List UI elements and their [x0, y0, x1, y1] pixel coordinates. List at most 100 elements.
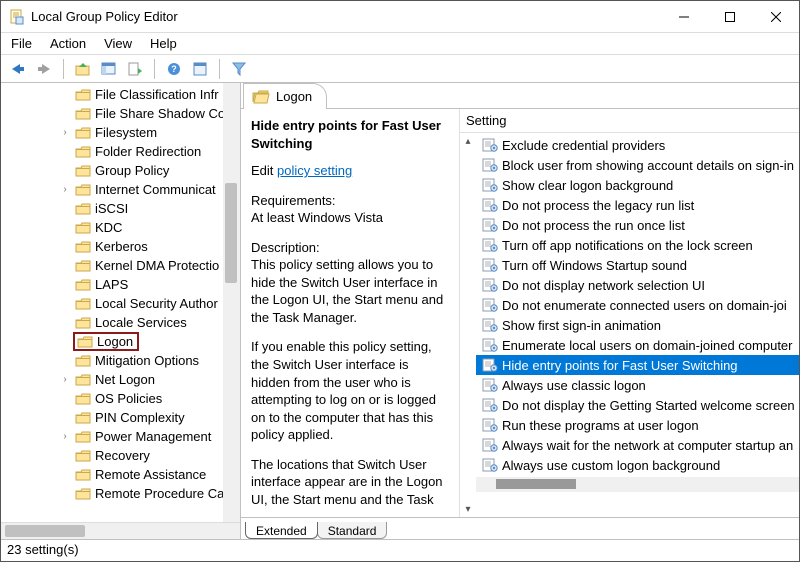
- menu-file[interactable]: File: [11, 36, 32, 51]
- folder-icon: [75, 183, 91, 197]
- help-button[interactable]: ?: [163, 58, 185, 80]
- tree-item[interactable]: OS Policies: [1, 389, 240, 408]
- maximize-button[interactable]: [707, 1, 753, 33]
- setting-row[interactable]: Do not display network selection UI: [476, 275, 799, 295]
- tree-item[interactable]: File Classification Infr: [1, 85, 240, 104]
- scroll-down-icon[interactable]: ▾: [460, 501, 476, 517]
- tree-item[interactable]: iSCSI: [1, 199, 240, 218]
- scroll-up-icon[interactable]: ▴: [460, 133, 476, 149]
- menu-action[interactable]: Action: [50, 36, 86, 51]
- tree-item[interactable]: Recovery: [1, 446, 240, 465]
- setting-label: Do not display network selection UI: [502, 278, 705, 293]
- folder-icon: [75, 392, 91, 406]
- tree-item[interactable]: Folder Redirection: [1, 142, 240, 161]
- setting-label: Do not process the run once list: [502, 218, 685, 233]
- tree-item[interactable]: PIN Complexity: [1, 408, 240, 427]
- tree-vscroll[interactable]: [223, 83, 240, 522]
- setting-label: Always use classic logon: [502, 378, 646, 393]
- setting-row[interactable]: Turn off app notifications on the lock s…: [476, 235, 799, 255]
- tree-item[interactable]: KDC: [1, 218, 240, 237]
- tree-item[interactable]: ›Internet Communicat: [1, 180, 240, 199]
- tree-item[interactable]: Mitigation Options: [1, 351, 240, 370]
- menu-help[interactable]: Help: [150, 36, 177, 51]
- setting-row[interactable]: Always use classic logon: [476, 375, 799, 395]
- folder-icon: [75, 430, 91, 444]
- tree-item[interactable]: LAPS: [1, 275, 240, 294]
- tree-pane: File Classification InfrFile Share Shado…: [1, 83, 241, 539]
- setting-row[interactable]: Always wait for the network at computer …: [476, 435, 799, 455]
- setting-row[interactable]: Turn off Windows Startup sound: [476, 255, 799, 275]
- tree-item[interactable]: Logon: [1, 332, 240, 351]
- setting-label: Always use custom logon background: [502, 458, 720, 473]
- filter-button[interactable]: [228, 58, 250, 80]
- edit-label: Edit: [251, 163, 273, 178]
- back-button[interactable]: [7, 58, 29, 80]
- forward-button[interactable]: [33, 58, 55, 80]
- up-button[interactable]: [72, 58, 94, 80]
- folder-icon: [75, 468, 91, 482]
- tree-item-label: Power Management: [95, 429, 211, 444]
- tree-hscroll[interactable]: [1, 522, 240, 539]
- chevron-right-icon[interactable]: ›: [59, 127, 71, 138]
- app-icon: [9, 9, 25, 25]
- export-button[interactable]: [124, 58, 146, 80]
- setting-row[interactable]: Do not enumerate connected users on doma…: [476, 295, 799, 315]
- tree-item[interactable]: Remote Assistance: [1, 465, 240, 484]
- tree-item[interactable]: Group Policy: [1, 161, 240, 180]
- tree-vthumb[interactable]: [225, 183, 237, 283]
- close-button[interactable]: [753, 1, 799, 33]
- properties-button[interactable]: [189, 58, 211, 80]
- setting-row[interactable]: Do not process the legacy run list: [476, 195, 799, 215]
- setting-row[interactable]: Exclude credential providers: [476, 135, 799, 155]
- policy-icon: [482, 438, 498, 452]
- settings-hscroll[interactable]: [476, 477, 799, 492]
- tree-item[interactable]: Remote Procedure Ca: [1, 484, 240, 503]
- setting-label: Do not display the Getting Started welco…: [502, 398, 795, 413]
- setting-row[interactable]: Do not display the Getting Started welco…: [476, 395, 799, 415]
- tree-item[interactable]: Kerberos: [1, 237, 240, 256]
- menu-view[interactable]: View: [104, 36, 132, 51]
- tree-scroll[interactable]: File Classification InfrFile Share Shado…: [1, 83, 240, 522]
- tree-item[interactable]: Kernel DMA Protectio: [1, 256, 240, 275]
- details-header-title: Logon: [276, 89, 312, 104]
- tree-item[interactable]: File Share Shadow Co: [1, 104, 240, 123]
- chevron-right-icon[interactable]: ›: [59, 431, 71, 442]
- tree-item-label: KDC: [95, 220, 122, 235]
- setting-row[interactable]: Show first sign-in animation: [476, 315, 799, 335]
- setting-row[interactable]: Enumerate local users on domain-joined c…: [476, 335, 799, 355]
- tab-extended[interactable]: Extended: [245, 522, 318, 539]
- chevron-right-icon[interactable]: ›: [59, 374, 71, 385]
- chevron-right-icon[interactable]: ›: [59, 184, 71, 195]
- setting-row[interactable]: Block user from showing account details …: [476, 155, 799, 175]
- tab-standard[interactable]: Standard: [317, 522, 388, 539]
- view-tabs: Extended Standard: [241, 517, 799, 539]
- tree-item[interactable]: ›Net Logon: [1, 370, 240, 389]
- tree-item[interactable]: › Power Management: [1, 427, 240, 446]
- folder-icon: [75, 373, 91, 387]
- tree-item[interactable]: ›Filesystem: [1, 123, 240, 142]
- settings-column-header[interactable]: Setting: [460, 109, 799, 133]
- tree-item[interactable]: Locale Services: [1, 313, 240, 332]
- policy-icon: [482, 398, 498, 412]
- settings-vscroll[interactable]: ▴ ▾: [460, 133, 476, 517]
- show-hide-tree-button[interactable]: [98, 58, 120, 80]
- menubar: File Action View Help: [1, 33, 799, 55]
- edit-policy-link[interactable]: policy setting: [277, 163, 352, 178]
- details-header-tab: Logon: [243, 83, 327, 109]
- content-area: File Classification InfrFile Share Shado…: [1, 83, 799, 539]
- folder-icon: [75, 145, 91, 159]
- folder-icon: [75, 411, 91, 425]
- tree-hthumb[interactable]: [5, 525, 85, 537]
- tree-item-label: Folder Redirection: [95, 144, 201, 159]
- setting-row[interactable]: Always use custom logon background: [476, 455, 799, 475]
- settings-hthumb[interactable]: [496, 479, 576, 489]
- setting-row[interactable]: Run these programs at user logon: [476, 415, 799, 435]
- folder-open-icon: [252, 90, 270, 104]
- setting-row[interactable]: Hide entry points for Fast User Switchin…: [476, 355, 799, 375]
- minimize-button[interactable]: [661, 1, 707, 33]
- setting-row[interactable]: Do not process the run once list: [476, 215, 799, 235]
- policy-icon: [482, 178, 498, 192]
- toolbar: ?: [1, 55, 799, 83]
- tree-item[interactable]: Local Security Author: [1, 294, 240, 313]
- setting-row[interactable]: Show clear logon background: [476, 175, 799, 195]
